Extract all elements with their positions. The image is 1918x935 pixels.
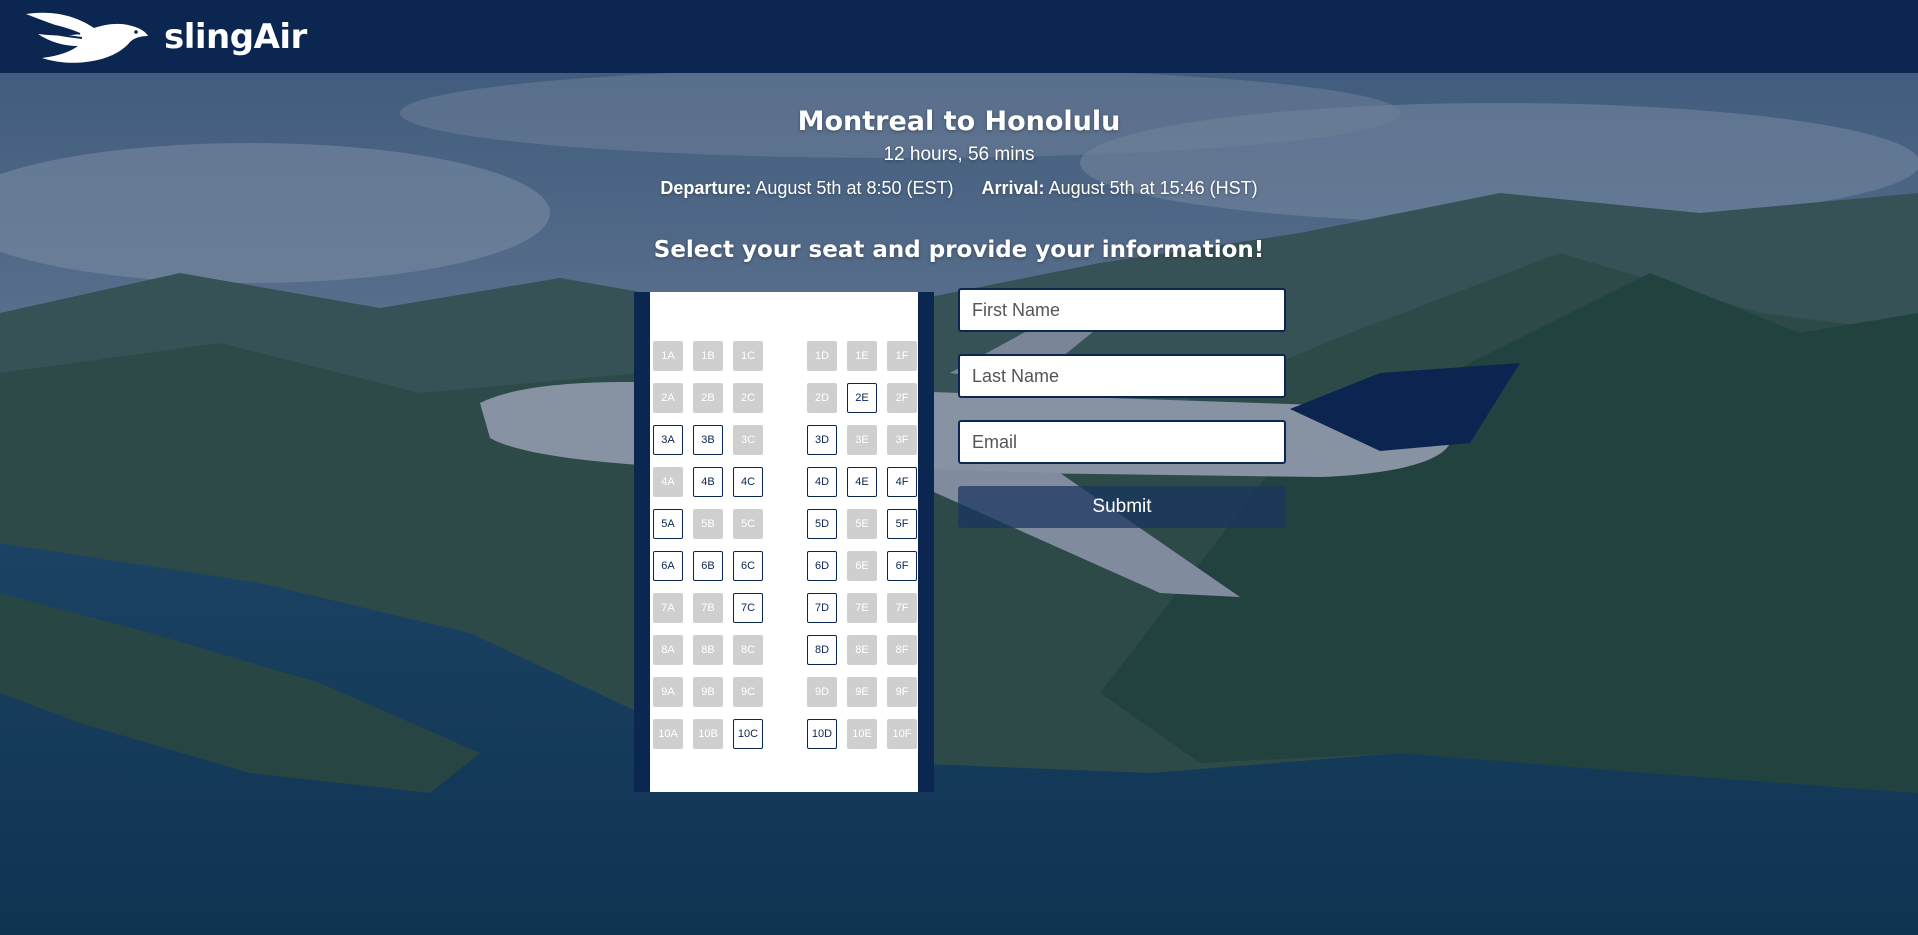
- seat-3c: 3C: [733, 425, 763, 455]
- seat-2a: 2A: [653, 383, 683, 413]
- seat-5c: 5C: [733, 509, 763, 539]
- seat-10b: 10B: [693, 719, 723, 749]
- seat-7e: 7E: [847, 593, 877, 623]
- seat-7f: 7F: [887, 593, 917, 623]
- seat-9c: 9C: [733, 677, 763, 707]
- seat-9f: 9F: [887, 677, 917, 707]
- seat-8b: 8B: [693, 635, 723, 665]
- seat-5b: 5B: [693, 509, 723, 539]
- seat-3b[interactable]: 3B: [693, 425, 723, 455]
- seat-6a[interactable]: 6A: [653, 551, 683, 581]
- seat-7d[interactable]: 7D: [807, 593, 837, 623]
- seat-map: 1A 1B 1C 1D 1E 1F 2A 2B 2C 2D 2E 2F 3A 3B 3C 3D 3E 3F 4A 4B…: [634, 292, 934, 792]
- flight-route-title: Montreal to Honolulu: [797, 106, 1121, 137]
- seat-10f: 10F: [887, 719, 917, 749]
- seat-1e: 1E: [847, 341, 877, 371]
- seat-3e: 3E: [847, 425, 877, 455]
- seat-6e: 6E: [847, 551, 877, 581]
- seat-7b: 7B: [693, 593, 723, 623]
- seat-6c[interactable]: 6C: [733, 551, 763, 581]
- seat-1a: 1A: [653, 341, 683, 371]
- seat-10e: 10E: [847, 719, 877, 749]
- seat-9d: 9D: [807, 677, 837, 707]
- seat-2d: 2D: [807, 383, 837, 413]
- seat-1b: 1B: [693, 341, 723, 371]
- departure-label: Departure:: [660, 178, 752, 198]
- seat-8f: 8F: [887, 635, 917, 665]
- flight-times: Departure: August 5th at 8:50 (EST) Arri…: [0, 178, 1918, 199]
- seat-selection-prompt: Select your seat and provide your inform…: [653, 237, 1265, 263]
- booking-panel: Montreal to Honolulu 12 hours, 56 mins D…: [0, 73, 1918, 935]
- eagle-logo-icon[interactable]: [24, 8, 150, 66]
- email-input[interactable]: [958, 420, 1286, 464]
- seat-4a: 4A: [653, 467, 683, 497]
- seat-10a: 10A: [653, 719, 683, 749]
- header-bar: slingAir: [0, 0, 1918, 73]
- seat-8d[interactable]: 8D: [807, 635, 837, 665]
- seat-2f: 2F: [887, 383, 917, 413]
- seat-4e[interactable]: 4E: [847, 467, 877, 497]
- seat-4f[interactable]: 4F: [887, 467, 917, 497]
- seat-6f[interactable]: 6F: [887, 551, 917, 581]
- seat-2b: 2B: [693, 383, 723, 413]
- seat-3d[interactable]: 3D: [807, 425, 837, 455]
- seat-10c[interactable]: 10C: [733, 719, 763, 749]
- seat-6b[interactable]: 6B: [693, 551, 723, 581]
- seat-1c: 1C: [733, 341, 763, 371]
- seat-5e: 5E: [847, 509, 877, 539]
- seat-10d[interactable]: 10D: [807, 719, 837, 749]
- seat-7a: 7A: [653, 593, 683, 623]
- submit-button[interactable]: Submit: [958, 486, 1286, 528]
- seat-5a[interactable]: 5A: [653, 509, 683, 539]
- arrival-label: Arrival:: [981, 178, 1045, 198]
- seat-8e: 8E: [847, 635, 877, 665]
- first-name-input[interactable]: [958, 288, 1286, 332]
- seat-9a: 9A: [653, 677, 683, 707]
- brand-name[interactable]: slingAir: [164, 17, 307, 57]
- seat-1d: 1D: [807, 341, 837, 371]
- seat-4d[interactable]: 4D: [807, 467, 837, 497]
- last-name-input[interactable]: [958, 354, 1286, 398]
- seat-1f: 1F: [887, 341, 917, 371]
- seat-5d[interactable]: 5D: [807, 509, 837, 539]
- seat-4c[interactable]: 4C: [733, 467, 763, 497]
- seat-3f: 3F: [887, 425, 917, 455]
- seat-6d[interactable]: 6D: [807, 551, 837, 581]
- seat-8a: 8A: [653, 635, 683, 665]
- seat-8c: 8C: [733, 635, 763, 665]
- seat-3a[interactable]: 3A: [653, 425, 683, 455]
- seat-5f[interactable]: 5F: [887, 509, 917, 539]
- arrival-value: August 5th at 15:46 (HST): [1048, 178, 1258, 198]
- seat-2e[interactable]: 2E: [847, 383, 877, 413]
- seat-2c: 2C: [733, 383, 763, 413]
- flight-duration: 12 hours, 56 mins: [883, 144, 1035, 165]
- seat-9e: 9E: [847, 677, 877, 707]
- seat-4b[interactable]: 4B: [693, 467, 723, 497]
- seat-7c[interactable]: 7C: [733, 593, 763, 623]
- passenger-form: Submit: [958, 288, 1286, 528]
- departure-value: August 5th at 8:50 (EST): [755, 178, 954, 198]
- seat-9b: 9B: [693, 677, 723, 707]
